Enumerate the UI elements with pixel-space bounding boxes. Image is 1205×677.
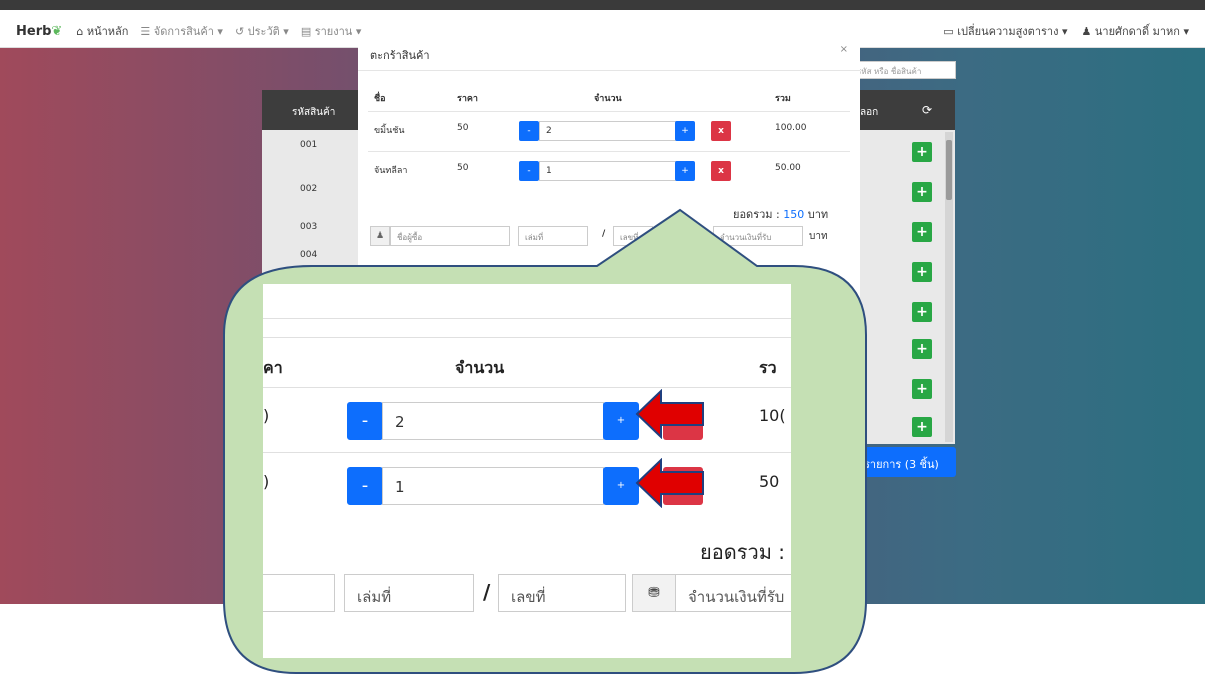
- receipt-number-input[interactable]: เลขที่: [498, 574, 626, 612]
- zoom-item-price: ): [263, 406, 270, 425]
- zoom-divider: [263, 452, 791, 453]
- book-number-input[interactable]: เล่มที่: [344, 574, 474, 612]
- zoom-column-total: รว: [759, 358, 777, 377]
- zoom-divider: [263, 337, 791, 338]
- qty-input[interactable]: 1: [382, 467, 604, 505]
- buyer-name-input[interactable]: [263, 574, 335, 612]
- amount-received-input[interactable]: จำนวนเงินที่รับ: [675, 574, 791, 612]
- zoom-column-qty: จำนวน: [455, 358, 505, 377]
- coins-icon: ⛃: [632, 574, 676, 612]
- red-arrow-icon: [635, 458, 704, 508]
- zoom-divider: [263, 318, 791, 319]
- zoomed-cart-detail: คา จำนวน รว ) - 2 + 10( ) - 1 + 50 ยอดรว…: [263, 284, 791, 658]
- zoom-divider: [263, 387, 791, 388]
- qty-input[interactable]: 2: [382, 402, 604, 440]
- zoom-item-price: ): [263, 472, 270, 491]
- decrease-qty-button[interactable]: -: [347, 402, 383, 440]
- zoom-item-total: 10(: [759, 406, 786, 425]
- red-arrow-icon: [635, 389, 704, 439]
- decrease-qty-button[interactable]: -: [347, 467, 383, 505]
- zoom-item-total: 50: [759, 472, 780, 491]
- zoom-grand-total-label: ยอดรวม :: [700, 540, 785, 564]
- zoom-column-price: คา: [263, 358, 283, 377]
- slash-separator: /: [483, 580, 491, 604]
